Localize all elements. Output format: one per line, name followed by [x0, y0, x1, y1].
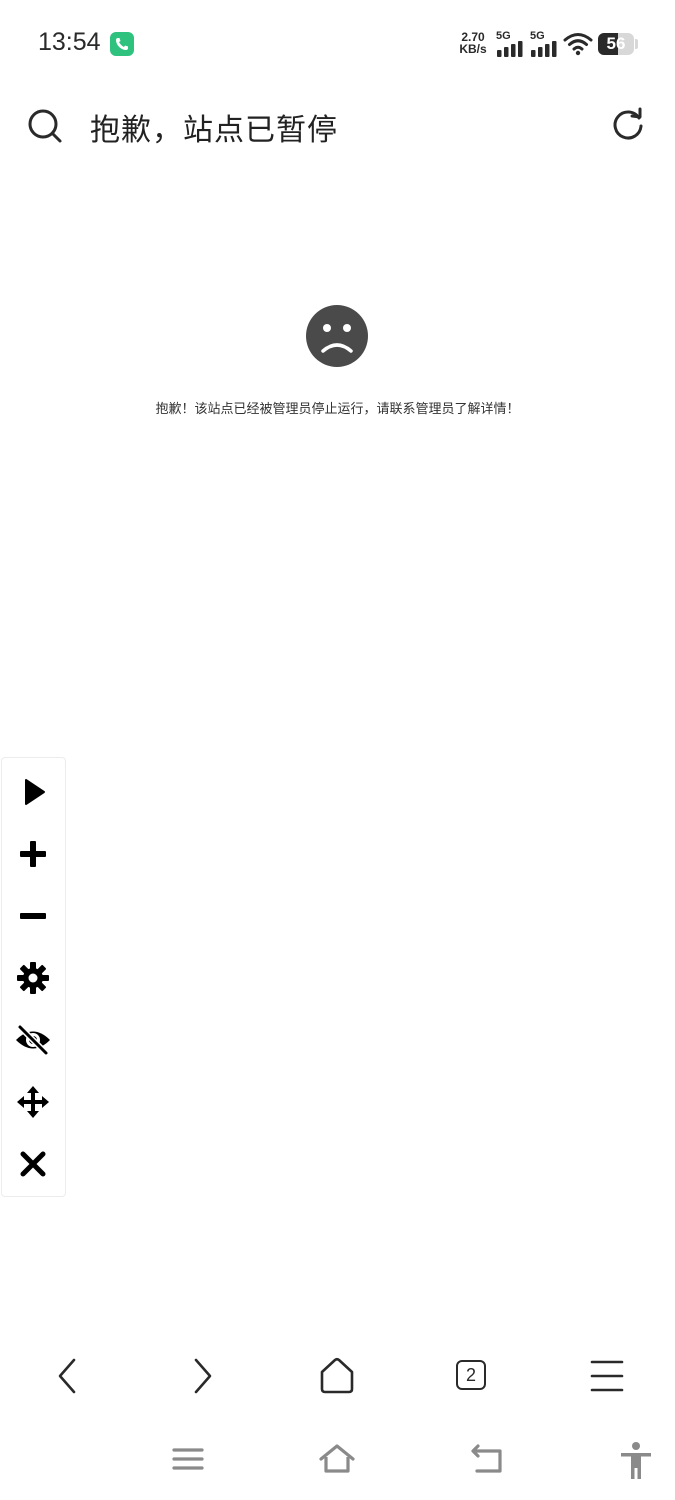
system-nav-bar — [0, 1425, 675, 1497]
search-icon[interactable] — [26, 107, 64, 145]
system-home-icon — [319, 1444, 355, 1473]
sim2-signal: 5G — [530, 31, 560, 57]
status-bar: 13:54 2.70 KB/s 5G 5G 56 — [0, 0, 675, 88]
browser-screen: 13:54 2.70 KB/s 5G 5G 56 抱歉，站点已暂停 抱歉！该站点… — [0, 0, 675, 1500]
network-speed: 2.70 KB/s — [456, 31, 490, 55]
reload-icon[interactable] — [610, 107, 646, 143]
sad-face-icon — [306, 305, 368, 367]
tabs-button[interactable]: 2 — [436, 1340, 508, 1412]
move-button[interactable] — [2, 1070, 65, 1132]
floating-toolbar — [1, 757, 66, 1197]
status-time: 13:54 — [38, 28, 101, 56]
back-button[interactable] — [32, 1340, 104, 1412]
menu-button[interactable] — [571, 1340, 643, 1412]
accessibility-icon — [621, 1442, 651, 1479]
browser-bottom-bar: 2 — [0, 1340, 675, 1412]
system-home-button[interactable] — [307, 1425, 367, 1497]
sim1-signal: 5G — [496, 31, 526, 57]
network-speed-unit: KB/s — [459, 42, 487, 56]
home-icon — [320, 1357, 354, 1394]
hide-button[interactable] — [2, 1008, 65, 1070]
system-recents-button[interactable] — [158, 1425, 218, 1497]
home-button[interactable] — [301, 1340, 373, 1412]
system-back-button[interactable] — [457, 1425, 517, 1497]
eye-slash-icon — [16, 1024, 50, 1056]
forward-button[interactable] — [166, 1340, 238, 1412]
settings-button[interactable] — [2, 946, 65, 1008]
address-bar[interactable]: 抱歉，站点已暂停 — [0, 95, 675, 155]
chevron-left-icon — [58, 1358, 76, 1394]
hamburger-menu-icon — [590, 1360, 624, 1392]
signal-bars-icon — [497, 41, 523, 57]
close-icon — [20, 1151, 46, 1177]
play-button[interactable] — [2, 760, 65, 822]
signal-bars-icon — [531, 41, 557, 57]
zoom-out-button[interactable] — [2, 884, 65, 946]
play-icon — [25, 779, 45, 805]
recents-icon — [172, 1448, 204, 1470]
error-message: 抱歉！该站点已经被管理员停止运行，请联系管理员了解详情！ — [155, 402, 520, 417]
move-arrows-icon — [17, 1086, 49, 1118]
page-title[interactable]: 抱歉，站点已暂停 — [90, 105, 338, 149]
phone-call-icon — [110, 32, 134, 56]
accessibility-button[interactable] — [606, 1425, 666, 1497]
tab-count: 2 — [456, 1360, 486, 1390]
system-back-icon — [471, 1444, 502, 1473]
battery-level: 56 — [606, 34, 626, 53]
battery-icon: 56 — [598, 33, 634, 55]
plus-icon — [20, 841, 46, 867]
chevron-right-icon — [194, 1358, 212, 1394]
minus-icon — [20, 913, 46, 919]
battery-tip — [635, 39, 638, 49]
zoom-in-button[interactable] — [2, 822, 65, 884]
gear-icon — [17, 962, 49, 994]
close-button[interactable] — [2, 1132, 65, 1194]
wifi-icon — [563, 33, 593, 56]
